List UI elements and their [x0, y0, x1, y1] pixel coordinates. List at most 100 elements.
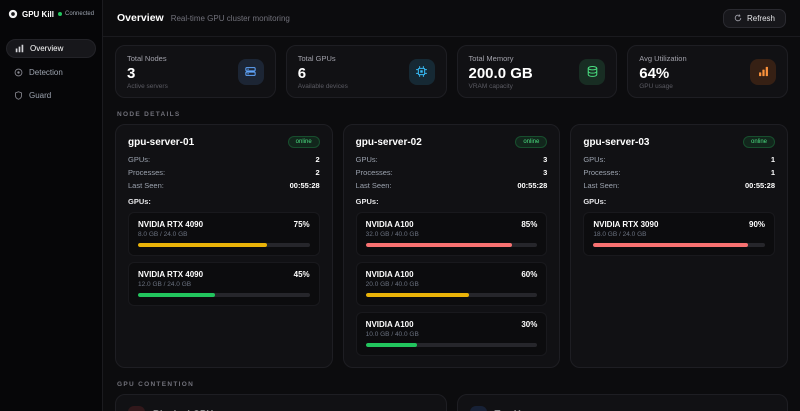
stat-label: Total Memory — [469, 54, 533, 63]
sidebar-item-detection[interactable]: Detection — [6, 64, 96, 81]
stat-label: Total Nodes — [127, 54, 168, 63]
last-seen-value: 00:55:28 — [517, 181, 547, 190]
stat-card-total-gpus: Total GPUs 6 Available devices — [286, 45, 447, 98]
last-seen-value: 00:55:28 — [290, 181, 320, 190]
node-name: gpu-server-03 — [583, 137, 649, 148]
top-users-card: Top Users 1 charlie 85% — [457, 394, 789, 411]
chip-icon — [409, 59, 435, 85]
gpu-model: NVIDIA A100 — [366, 220, 414, 229]
utilization-bar-track — [366, 343, 538, 347]
status-badge: online — [288, 136, 320, 148]
utilization-bar-track — [366, 243, 538, 247]
node-details-section-label: NODE DETAILS — [117, 111, 786, 118]
utilization-bar — [366, 343, 418, 347]
stat-value: 3 — [127, 65, 168, 82]
gpu-memory: 8.0 GB / 24.0 GB — [138, 231, 310, 238]
status-badge: online — [743, 136, 775, 148]
connection-label: Connected — [65, 11, 94, 17]
sidebar-item-overview[interactable]: Overview — [6, 39, 96, 58]
node-card-gpu-server-03: gpu-server-03 online GPUs:1 Processes:1 … — [570, 124, 788, 368]
gpu-utilization: 60% — [521, 270, 537, 279]
node-cards-row: gpu-server-01 online GPUs:2 Processes:2 … — [103, 124, 800, 368]
stat-text: Total GPUs 6 Available devices — [298, 54, 348, 90]
gpu-list-label: GPUs: — [128, 197, 320, 206]
gpu-utilization: 90% — [749, 220, 765, 229]
gpu-memory: 18.0 GB / 24.0 GB — [593, 231, 765, 238]
sidebar-item-label: Detection — [29, 68, 63, 77]
gpus-count-value: 3 — [543, 155, 547, 164]
gpu-entry: NVIDIA A100 60% 20.0 GB / 40.0 GB — [356, 262, 548, 306]
gpu-memory: 12.0 GB / 24.0 GB — [138, 281, 310, 288]
processes-value: 1 — [771, 168, 775, 177]
gpu-entry: NVIDIA RTX 3090 90% 18.0 GB / 24.0 GB — [583, 212, 775, 256]
utilization-bar-track — [593, 243, 765, 247]
sidebar: GPU Kill Connected Overview Detection — [0, 0, 103, 411]
stat-caption: Active servers — [127, 83, 168, 90]
gpu-memory: 32.0 GB / 40.0 GB — [366, 231, 538, 238]
gpu-entry: NVIDIA A100 30% 10.0 GB / 40.0 GB — [356, 312, 548, 356]
database-icon — [579, 59, 605, 85]
last-seen-label: Last Seen: — [128, 181, 164, 190]
app-name: GPU Kill — [22, 10, 54, 19]
stat-card-avg-utilization: Avg Utilization 64% GPU usage — [627, 45, 788, 98]
gpus-count-value: 1 — [771, 155, 775, 164]
processes-label: Processes: — [583, 168, 620, 177]
status-dot-icon — [58, 12, 62, 16]
radar-icon — [14, 68, 23, 77]
stat-label: Total GPUs — [298, 54, 348, 63]
utilization-bar-track — [138, 293, 310, 297]
gpu-utilization: 45% — [294, 270, 310, 279]
gpu-model: NVIDIA RTX 4090 — [138, 270, 203, 279]
processes-label: Processes: — [356, 168, 393, 177]
warning-triangle-icon — [128, 406, 145, 411]
stat-caption: VRAM capacity — [469, 83, 533, 90]
contention-row: Blocked GPUs NVIDIA RTX 3090 (node-003) … — [103, 394, 800, 411]
topbar: Overview Real-time GPU cluster monitorin… — [103, 0, 800, 37]
stat-card-total-nodes: Total Nodes 3 Active servers — [115, 45, 276, 98]
gpu-memory: 20.0 GB / 40.0 GB — [366, 281, 538, 288]
stat-value: 64% — [639, 65, 686, 82]
node-name: gpu-server-02 — [356, 137, 422, 148]
refresh-button[interactable]: Refresh — [723, 9, 786, 28]
gpu-model: NVIDIA RTX 3090 — [593, 220, 658, 229]
node-card-gpu-server-02: gpu-server-02 online GPUs:3 Processes:3 … — [343, 124, 561, 368]
utilization-bar-track — [138, 243, 310, 247]
sidebar-item-guard[interactable]: Guard — [6, 87, 96, 104]
gpu-utilization: 30% — [521, 320, 537, 329]
status-badge: online — [515, 136, 547, 148]
utilization-bar — [138, 293, 215, 297]
processes-value: 3 — [543, 168, 547, 177]
server-icon — [238, 59, 264, 85]
users-icon — [470, 406, 487, 411]
stats-row: Total Nodes 3 Active servers Total GPUs … — [103, 37, 800, 98]
stat-text: Avg Utilization 64% GPU usage — [639, 54, 686, 90]
utilization-bar-track — [366, 293, 538, 297]
gpus-count-label: GPUs: — [128, 155, 150, 164]
gpu-model: NVIDIA A100 — [366, 270, 414, 279]
gpu-entry: NVIDIA A100 85% 32.0 GB / 40.0 GB — [356, 212, 548, 256]
gpu-entry: NVIDIA RTX 4090 75% 8.0 GB / 24.0 GB — [128, 212, 320, 256]
stat-caption: Available devices — [298, 83, 348, 90]
page-subtitle: Real-time GPU cluster monitoring — [171, 14, 290, 23]
processes-label: Processes: — [128, 168, 165, 177]
sidebar-nav: Overview Detection Guard — [0, 25, 102, 104]
gpu-utilization: 85% — [521, 220, 537, 229]
gpu-entry: NVIDIA RTX 4090 45% 12.0 GB / 24.0 GB — [128, 262, 320, 306]
stat-text: Total Nodes 3 Active servers — [127, 54, 168, 90]
stat-text: Total Memory 200.0 GB VRAM capacity — [469, 54, 533, 90]
stat-card-total-memory: Total Memory 200.0 GB VRAM capacity — [457, 45, 618, 98]
last-seen-value: 00:55:28 — [745, 181, 775, 190]
blocked-gpus-card: Blocked GPUs NVIDIA RTX 3090 (node-003) … — [115, 394, 447, 411]
node-card-gpu-server-01: gpu-server-01 online GPUs:2 Processes:2 … — [115, 124, 333, 368]
connection-status: Connected — [58, 11, 94, 17]
stat-label: Avg Utilization — [639, 54, 686, 63]
bar-chart-icon — [15, 44, 24, 53]
gpu-memory: 10.0 GB / 40.0 GB — [366, 331, 538, 338]
main-content: Overview Real-time GPU cluster monitorin… — [103, 0, 800, 411]
gpus-count-label: GPUs: — [356, 155, 378, 164]
gpu-utilization: 75% — [294, 220, 310, 229]
utilization-bar — [366, 243, 512, 247]
gpu-model: NVIDIA RTX 4090 — [138, 220, 203, 229]
bar-chart-icon — [750, 59, 776, 85]
shield-icon — [14, 91, 23, 100]
